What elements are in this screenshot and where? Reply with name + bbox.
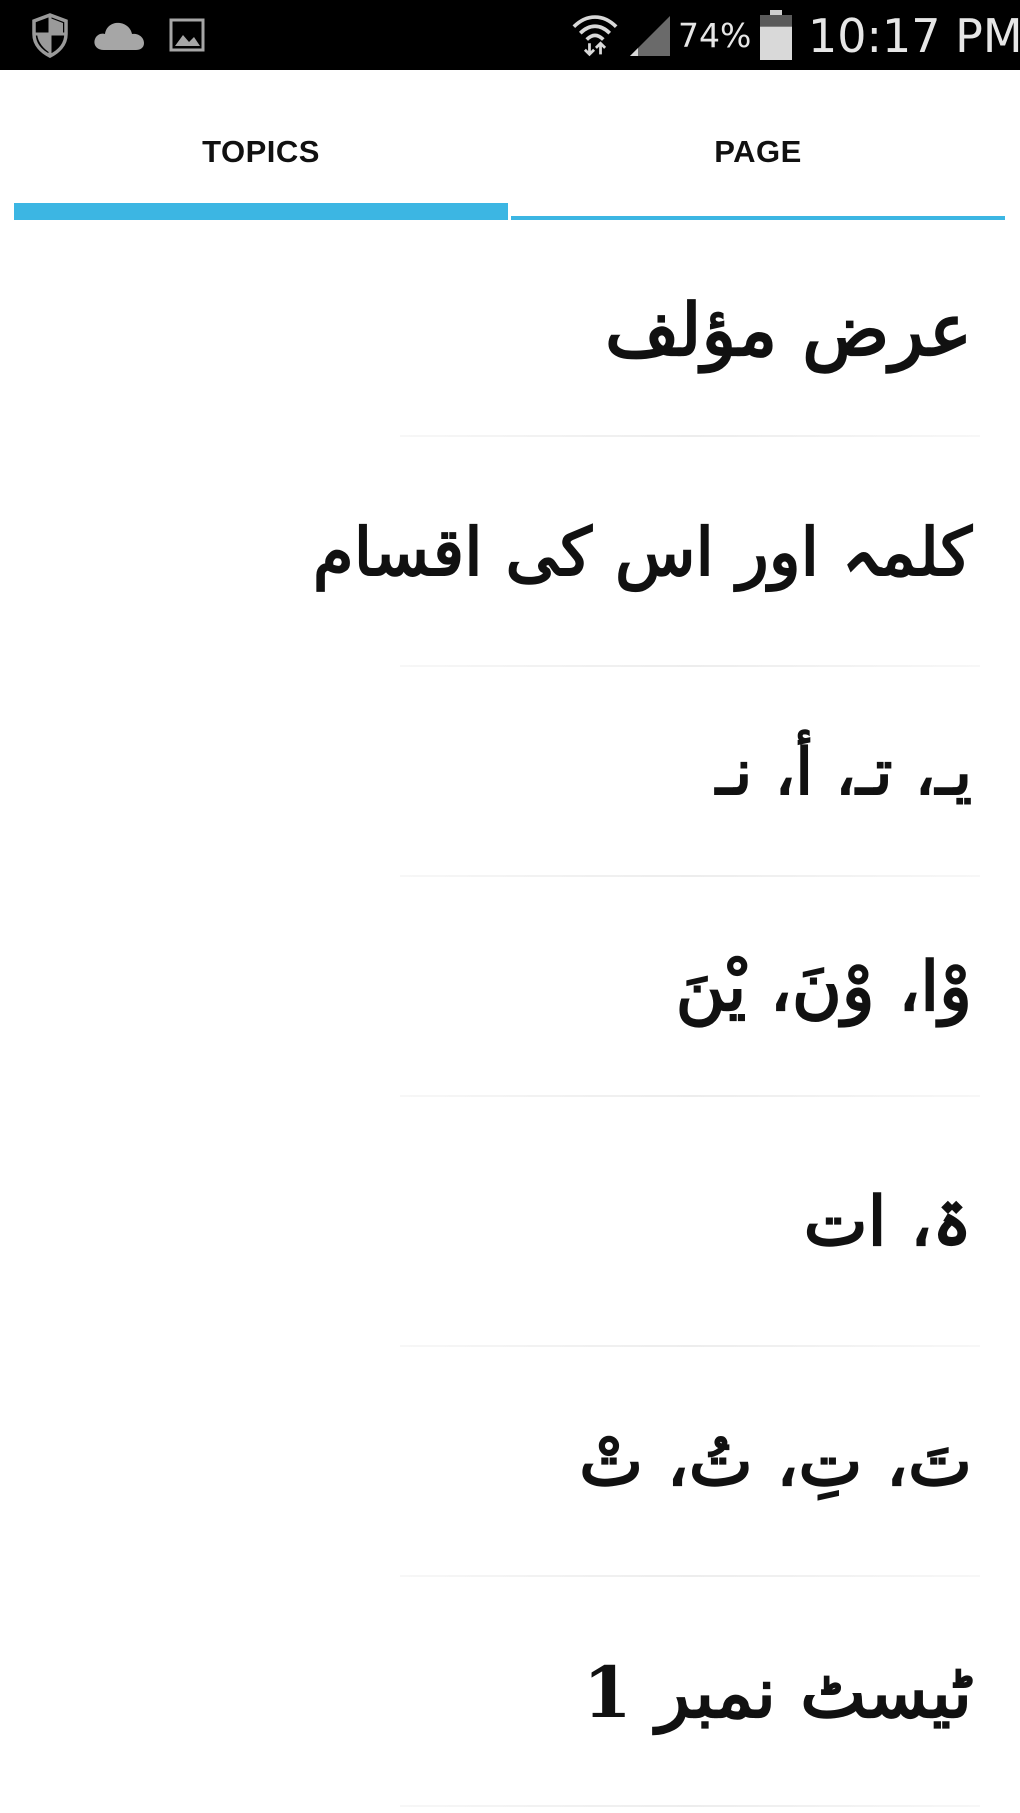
tab-topics[interactable]: TOPICS xyxy=(14,70,508,222)
wifi-data-icon xyxy=(572,15,618,57)
topic-label: کلمہ اور اس کی اقسام xyxy=(312,513,972,591)
divider xyxy=(400,1805,980,1807)
clock: 10:17 PM xyxy=(808,9,1020,63)
topic-label: ٹیسٹ نمبر 1 xyxy=(583,1650,972,1734)
topic-item[interactable]: کلمہ اور اس کی اقسام xyxy=(313,437,980,667)
topic-item[interactable]: ۃ، ات xyxy=(400,1097,980,1347)
cell-signal-icon xyxy=(630,16,670,56)
topic-item[interactable]: عرض مؤلف xyxy=(400,222,980,437)
tab-topics-label: TOPICS xyxy=(202,134,320,169)
topic-label: تَ، تِ، تُ، تْ xyxy=(579,1422,972,1502)
shield-icon xyxy=(32,13,68,58)
tab-page[interactable]: PAGE xyxy=(511,70,1005,222)
topic-label: وْا، وْنَ، یْنَ xyxy=(675,947,972,1027)
image-icon xyxy=(169,18,205,52)
tab-page-label: PAGE xyxy=(714,134,802,169)
topic-label: ۃ، ات xyxy=(803,1182,972,1262)
topic-item[interactable]: یـ، تـ، أ، نـ xyxy=(400,667,980,877)
topic-label: یـ، تـ، أ، نـ xyxy=(715,734,972,810)
status-bar: 74% 10:17 PM xyxy=(0,0,1020,70)
topic-item[interactable]: ٹیسٹ نمبر 1 xyxy=(400,1577,980,1807)
tab-page-indicator xyxy=(511,216,1005,220)
topic-label: عرض مؤلف xyxy=(604,287,972,372)
battery-icon xyxy=(760,10,792,60)
tab-topics-indicator xyxy=(14,203,508,220)
tab-bar: TOPICS PAGE xyxy=(0,70,1020,222)
topic-item[interactable]: وْا، وْنَ، یْنَ xyxy=(400,877,980,1097)
battery-percent: 74% xyxy=(678,16,752,55)
topic-item[interactable]: تَ، تِ، تُ، تْ xyxy=(400,1347,980,1577)
cloud-icon xyxy=(94,22,144,50)
